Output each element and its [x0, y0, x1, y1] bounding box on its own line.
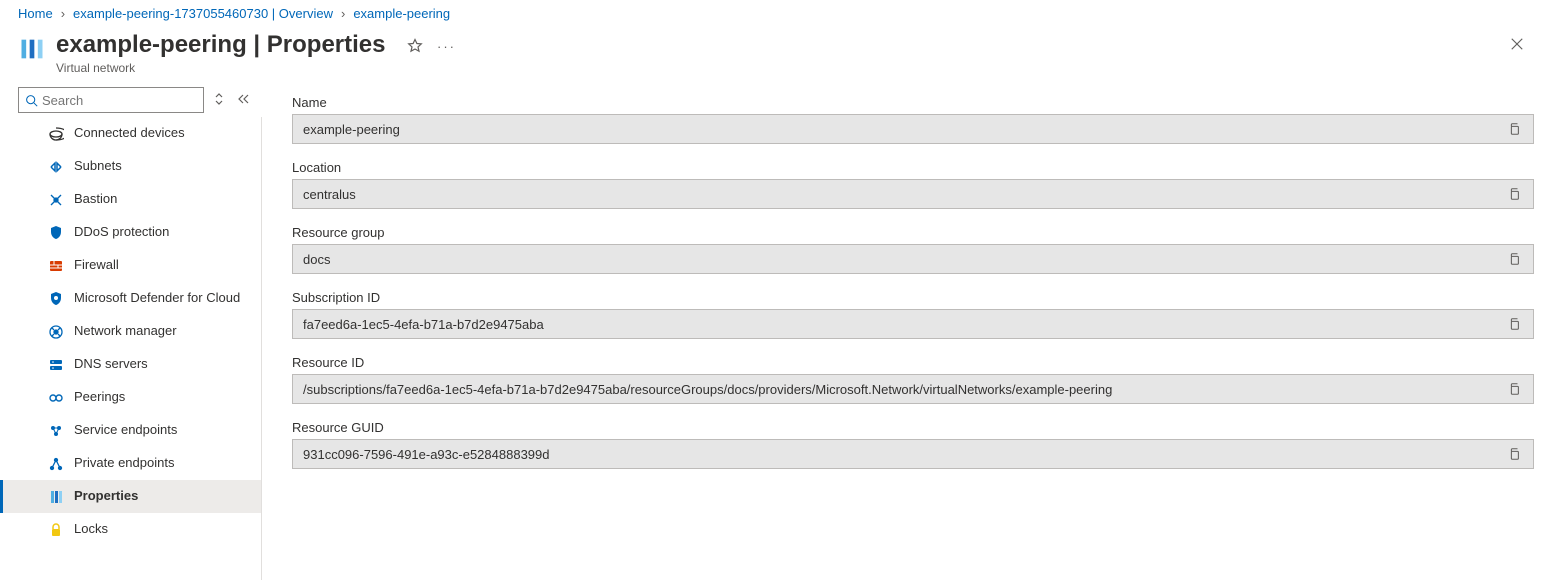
property-value-box: 931cc096-7596-491e-a93c-e5284888399d	[292, 439, 1534, 469]
sidebar-item-label: DNS servers	[74, 356, 148, 372]
sidebar-item-label: Properties	[74, 488, 138, 504]
breadcrumb: Home › example-peering-1737055460730 | O…	[0, 0, 1548, 27]
property-field: Name example-peering	[292, 95, 1534, 144]
search-icon	[25, 94, 38, 107]
property-field: Location centralus	[292, 160, 1534, 209]
netmgr-icon	[48, 324, 64, 340]
sidebar-item-label: Service endpoints	[74, 422, 177, 438]
property-value: fa7eed6a-1ec5-4efa-b71a-b7d2e9475aba	[303, 317, 1505, 332]
property-value-box: centralus	[292, 179, 1534, 209]
defender-icon	[48, 291, 64, 307]
sidebar-nav: Connected devices Subnets Bastion DDoS prot…	[0, 117, 262, 580]
property-field: Resource ID/subscriptions/fa7eed6a-1ec5-…	[292, 355, 1534, 404]
sidebar-item-locks[interactable]: Locks	[0, 513, 261, 546]
svcendpoints-icon	[48, 423, 64, 439]
property-value-box: docs	[292, 244, 1534, 274]
sidebar-item-label: DDoS protection	[74, 224, 169, 240]
expand-collapse-toggle[interactable]	[212, 90, 226, 111]
sidebar-search-row	[0, 83, 262, 117]
sidebar-item-ddos-protection[interactable]: DDoS protection	[0, 216, 261, 249]
page-subtitle: Virtual network	[56, 61, 386, 75]
sidebar-item-subnets[interactable]: Subnets	[0, 150, 261, 183]
sidebar-item-dns-servers[interactable]: DNS servers	[0, 348, 261, 381]
sidebar-search-box[interactable]	[18, 87, 204, 113]
sidebar-wrap: Connected devices Subnets Bastion DDoS prot…	[0, 83, 262, 580]
breadcrumb-separator: ›	[61, 6, 65, 21]
properties-icon	[48, 489, 64, 505]
firewall-icon	[48, 258, 64, 274]
dns-icon	[48, 357, 64, 373]
collapse-sidebar-button[interactable]	[234, 91, 252, 110]
property-value: centralus	[303, 187, 1505, 202]
devices-icon	[48, 126, 64, 142]
breadcrumb-link-overview[interactable]: example-peering-1737055460730 | Overview	[73, 6, 333, 21]
page-title: example-peering | Properties	[56, 31, 386, 58]
copy-button[interactable]	[1505, 380, 1523, 398]
property-label: Resource ID	[292, 355, 1534, 370]
property-label: Name	[292, 95, 1534, 110]
sidebar-item-label: Connected devices	[74, 125, 185, 141]
sidebar-item-peerings[interactable]: Peerings	[0, 381, 261, 414]
sidebar-item-network-manager[interactable]: Network manager	[0, 315, 261, 348]
property-label: Subscription ID	[292, 290, 1534, 305]
property-label: Resource group	[292, 225, 1534, 240]
sidebar-item-properties[interactable]: Properties	[0, 480, 261, 513]
shield-icon	[48, 225, 64, 241]
vnet-icon	[18, 35, 46, 63]
breadcrumb-link-home[interactable]: Home	[18, 6, 53, 21]
property-label: Location	[292, 160, 1534, 175]
breadcrumb-separator: ›	[341, 6, 345, 21]
sidebar-item-label: Bastion	[74, 191, 117, 207]
copy-button[interactable]	[1505, 445, 1523, 463]
property-value-box: fa7eed6a-1ec5-4efa-b71a-b7d2e9475aba	[292, 309, 1534, 339]
property-label: Resource GUID	[292, 420, 1534, 435]
copy-button[interactable]	[1505, 185, 1523, 203]
page-title-block: example-peering | Properties Virtual net…	[56, 31, 386, 75]
property-value: /subscriptions/fa7eed6a-1ec5-4efa-b71a-b…	[303, 382, 1505, 397]
property-value: example-peering	[303, 122, 1505, 137]
sidebar-item-label: Private endpoints	[74, 455, 174, 471]
breadcrumb-link-resource[interactable]: example-peering	[353, 6, 450, 21]
property-field: Resource GUID 931cc096-7596-491e-a93c-e52…	[292, 420, 1534, 469]
sidebar-item-label: Subnets	[74, 158, 122, 174]
property-field: Resource group docs	[292, 225, 1534, 274]
property-value: docs	[303, 252, 1505, 267]
sidebar-item-firewall[interactable]: Firewall	[0, 249, 261, 282]
copy-button[interactable]	[1505, 120, 1523, 138]
property-field: Subscription ID fa7eed6a-1ec5-4efa-b71a-b…	[292, 290, 1534, 339]
sidebar-item-private-endpoints[interactable]: Private endpoints	[0, 447, 261, 480]
sidebar-item-connected-devices[interactable]: Connected devices	[0, 117, 261, 150]
favorite-button[interactable]	[404, 35, 426, 57]
sidebar-item-label: Locks	[74, 521, 108, 537]
privendpoints-icon	[48, 456, 64, 472]
sidebar-item-label: Firewall	[74, 257, 119, 273]
header-actions: ···	[404, 35, 458, 57]
sidebar-item-microsoft-defender-for-cloud[interactable]: Microsoft Defender for Cloud	[0, 282, 261, 315]
sidebar-item-service-endpoints[interactable]: Service endpoints	[0, 414, 261, 447]
copy-button[interactable]	[1505, 315, 1523, 333]
copy-button[interactable]	[1505, 250, 1523, 268]
search-input[interactable]	[38, 93, 197, 108]
property-value-box: /subscriptions/fa7eed6a-1ec5-4efa-b71a-b…	[292, 374, 1534, 404]
page-header: example-peering | Properties Virtual net…	[0, 27, 1548, 83]
bastion-icon	[48, 192, 64, 208]
subnets-icon	[48, 159, 64, 175]
sidebar-item-label: Network manager	[74, 323, 177, 339]
close-button[interactable]	[1510, 37, 1524, 56]
properties-panel: Name example-peering Location centralus Reso…	[262, 83, 1548, 580]
property-value: 931cc096-7596-491e-a93c-e5284888399d	[303, 447, 1505, 462]
peerings-icon	[48, 390, 64, 406]
property-value-box: example-peering	[292, 114, 1534, 144]
sidebar-item-label: Peerings	[74, 389, 125, 405]
sidebar-item-bastion[interactable]: Bastion	[0, 183, 261, 216]
sidebar-item-label: Microsoft Defender for Cloud	[74, 290, 240, 306]
more-actions-button[interactable]: ···	[436, 35, 458, 57]
lock-icon	[48, 522, 64, 538]
